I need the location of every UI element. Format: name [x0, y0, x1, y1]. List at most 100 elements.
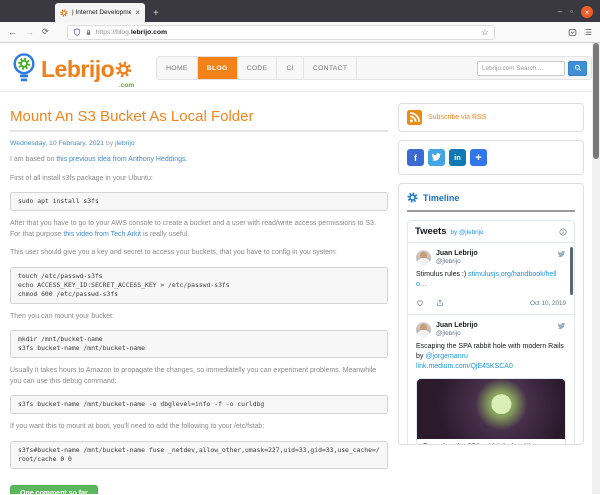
previous-idea-link[interactable]: this previous idea from Anthony Heddings	[56, 156, 185, 163]
tweets-scrollbar-thumb[interactable]	[570, 247, 573, 295]
tweet-link-card[interactable]: Escaping the SPA rabbit hole with mo… Th…	[416, 378, 566, 444]
avatar[interactable]	[416, 250, 431, 265]
facebook-icon[interactable]: f	[407, 149, 424, 166]
tweet-author-handle[interactable]: @jlebrijo	[436, 258, 478, 266]
search-area	[477, 57, 591, 79]
url-text: https://blog.lebrijo.com	[96, 29, 167, 36]
title-divider	[10, 130, 388, 132]
page-scrollbar[interactable]	[592, 43, 600, 494]
tweet-footer: Oct 10, 2019	[416, 299, 566, 307]
comments-button[interactable]: One comment so far	[10, 484, 98, 494]
tweet-text: Stimulus rules :) stimulusjs.org/handboo…	[416, 270, 566, 290]
close-button[interactable]: ×	[581, 6, 593, 18]
debug-paragraph: Usually it takes hours to Amazon to prop…	[10, 367, 377, 385]
tweet-date[interactable]: Oct 10, 2019	[530, 300, 566, 307]
nav-item-blog[interactable]: BLOG	[197, 57, 238, 79]
twitter-icon[interactable]	[428, 149, 445, 166]
social-share-bar: f in +	[398, 140, 584, 175]
browser-tab-bar: | Internet Development F × + – ▫ ×	[0, 0, 600, 22]
logo-gear-icon	[115, 61, 132, 78]
browser-toolbar: ← → ⟳ https://blog.lebrijo.com ☆ ☰	[0, 22, 600, 43]
code-block-debug: s3fs bucket-name /mnt/bucket-name -o dbg…	[10, 395, 388, 414]
fstab-paragraph: If you want this to mount at boot, you'l…	[10, 423, 265, 430]
reload-icon[interactable]: ⟳	[42, 28, 49, 36]
blog-article: Mount An S3 Bucket As Local Folder Wedne…	[10, 92, 388, 494]
bookmark-star-icon[interactable]: ☆	[481, 27, 489, 38]
page-title: Mount An S3 Bucket As Local Folder	[10, 108, 254, 125]
author-link[interactable]: jlebrijo	[115, 140, 135, 147]
lightbulb-logo-icon	[13, 53, 35, 82]
tweet-author-handle[interactable]: @jlebrijo	[436, 330, 478, 338]
timeline-header: Timeline	[407, 192, 575, 203]
logo-tld: .com	[119, 82, 135, 89]
info-icon[interactable]	[559, 228, 567, 236]
avatar[interactable]	[416, 322, 431, 337]
twitter-bird-icon[interactable]	[557, 322, 566, 331]
page-scrollbar-thumb[interactable]	[593, 43, 599, 159]
heart-icon[interactable]	[416, 299, 424, 307]
twitter-bird-icon[interactable]	[557, 250, 566, 259]
pocket-icon[interactable]	[568, 28, 577, 37]
browser-tab[interactable]: | Internet Development F ×	[55, 3, 145, 22]
site-logo[interactable]: Lebrijo .com	[10, 52, 134, 89]
card-image	[417, 379, 565, 439]
rss-icon	[407, 110, 422, 125]
web-page: Lebrijo .com HOME BLOG CODE CI CONTACT L…	[0, 43, 600, 494]
new-tab-button[interactable]: +	[153, 9, 159, 19]
tweet-mention-link[interactable]: @jorgemanru	[425, 353, 468, 360]
nav-item-contact[interactable]: CONTACT	[304, 57, 358, 79]
rss-label: Subscribe via RSS	[428, 114, 487, 121]
back-icon[interactable]: ←	[8, 27, 17, 37]
url-bar[interactable]: https://blog.lebrijo.com ☆	[66, 24, 495, 40]
search-input[interactable]	[477, 60, 565, 76]
menu-icon[interactable]: ☰	[585, 28, 592, 37]
share-plus-icon[interactable]: +	[470, 149, 487, 166]
tweet-text: Escaping the SPA rabbit hole with modern…	[416, 342, 566, 372]
code-block-install: sudo apt install s3fs	[10, 192, 388, 211]
tech-arkit-video-link[interactable]: this video from Tech Arkit	[63, 231, 141, 238]
linkedin-icon[interactable]: in	[449, 149, 466, 166]
code-block-fstab: s3fs#bucket-name /mnt/bucket-name fuse _…	[10, 440, 388, 469]
lock-icon[interactable]	[85, 29, 92, 36]
aws-paragraph: After that you have to go to your AWS co…	[10, 219, 388, 240]
byline-connector: by	[104, 140, 116, 147]
nav-item-code[interactable]: CODE	[238, 57, 278, 79]
share-tweet-icon[interactable]	[436, 299, 444, 307]
mount-paragraph: Then you can mount your bucket:	[10, 312, 114, 320]
config-paragraph: This user should give you a key and secr…	[10, 249, 337, 256]
tweets-title: Tweets	[415, 226, 447, 237]
tweets-by-link[interactable]: by @jlebrijo	[451, 229, 484, 236]
tweet-author-name[interactable]: Juan Lebrijo	[436, 250, 478, 258]
shield-icon[interactable]	[73, 28, 81, 36]
aws-text-end: is really useful.	[141, 230, 190, 238]
search-button[interactable]	[568, 60, 587, 76]
nav-item-home[interactable]: HOME	[157, 57, 198, 79]
site-header: Lebrijo .com HOME BLOG CODE CI CONTACT	[0, 43, 600, 92]
sidebar: Subscribe via RSS f in + Timeline Tweets…	[398, 92, 584, 453]
window-controls: – ▫ ×	[558, 6, 600, 22]
tab-close-icon[interactable]: ×	[135, 8, 140, 17]
timeline-title: Timeline	[423, 192, 460, 203]
rss-subscribe-button[interactable]: Subscribe via RSS	[398, 103, 584, 132]
maximize-button[interactable]: ▫	[570, 8, 573, 16]
tweets-embed: Tweets by @jlebrijo Juan Lebrijo @jlebri…	[407, 220, 575, 444]
install-paragraph: First of all install s3fs package in you…	[10, 174, 153, 182]
tweets-header: Tweets by @jlebrijo	[408, 221, 574, 243]
code-block-config: touch /etc/passwd-s3fs echo ACCESS_KEY_I…	[10, 266, 388, 304]
search-icon	[574, 64, 581, 71]
tweet-link[interactable]: link.medium.com/QjE45KSCA0	[416, 363, 513, 370]
tweet: Juan Lebrijo @jlebrijo Stimulus rules :)…	[408, 243, 574, 315]
logo-text: Lebrijo	[41, 56, 115, 82]
browser-window: | Internet Development F × + – ▫ × ← → ⟳…	[0, 0, 600, 495]
tweet-author-name[interactable]: Juan Lebrijo	[436, 322, 478, 330]
site-favicon-icon	[60, 9, 68, 17]
tweet-text-plain: Stimulus rules :)	[416, 271, 469, 278]
tweet: Juan Lebrijo @jlebrijo Escaping the SPA …	[408, 315, 574, 444]
date-link[interactable]: Wednesday, 10 February, 2021	[10, 140, 104, 147]
minimize-button[interactable]: –	[558, 8, 562, 16]
main-nav: HOME BLOG CODE CI CONTACT	[156, 56, 592, 80]
forward-icon[interactable]: →	[25, 27, 34, 37]
nav-item-ci[interactable]: CI	[277, 57, 304, 79]
timeline-gear-icon	[407, 192, 418, 203]
code-block-mount: mkdir /mnt/bucket-name s3fs bucket-name …	[10, 330, 388, 358]
